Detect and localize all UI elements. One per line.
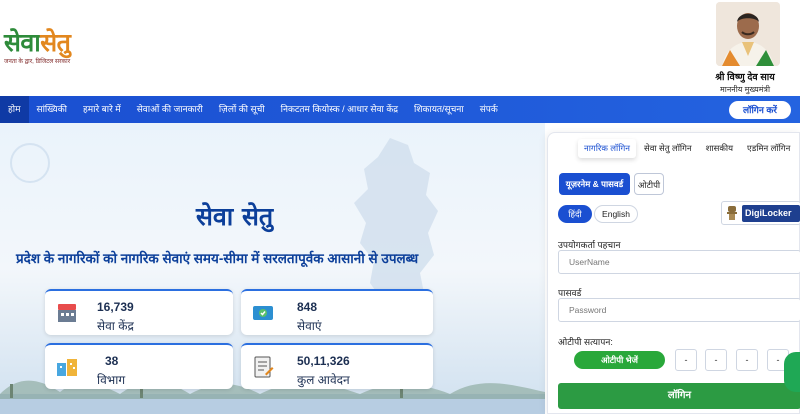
nav-item-about[interactable]: हमारे बारे में (75, 96, 129, 123)
otp-digit-input[interactable]: - (736, 349, 758, 371)
mode-username-password-button[interactable]: यूज़रनेम & पासवर्ड (559, 173, 630, 195)
stat-label: सेवाएं (297, 319, 322, 333)
nav-item-services-info[interactable]: सेवाओं की जानकारी (129, 96, 211, 123)
stat-card-applications[interactable]: 50,11,326 कुल आवेदन (241, 343, 433, 389)
nav-item-nearest-kiosk[interactable]: निकटतम कियोस्क / आधार सेवा केंद्र (273, 96, 406, 123)
username-input[interactable]: UserName (558, 250, 800, 274)
mode-otp-button[interactable]: ओटीपी (634, 173, 664, 195)
nav-item-contact[interactable]: संपर्क (472, 96, 506, 123)
cm-name: श्री विष्णु देव साय (715, 72, 775, 83)
whatsapp-chat-icon[interactable] (784, 352, 800, 392)
main-nav: होम सांख्यिकी हमारे बारे में सेवाओं की ज… (0, 96, 800, 123)
cm-title: माननीय मुख्यमंत्री (719, 85, 771, 94)
site-header: सेवासेतु जनता के द्वार, डिजिटल सरकार श्र… (0, 0, 800, 95)
language-hindi-toggle[interactable]: हिंदी (558, 205, 592, 223)
nav-item-statistics[interactable]: सांख्यिकी (29, 96, 75, 123)
otp-verification-label: ओटीपी सत्यापन: (558, 337, 613, 347)
logo-text-accent: सेतु (40, 28, 71, 57)
stat-card-services[interactable]: 848 सेवाएं (241, 289, 433, 335)
seva-setu-logo[interactable]: सेवासेतु जनता के द्वार, डिजिटल सरकार (4, 30, 104, 70)
stat-value: 848 (297, 300, 318, 314)
decor-circle (10, 143, 50, 183)
digilocker-logo: DigiLocker (742, 205, 800, 222)
logo-wordmark: सेवासेतु (4, 30, 104, 56)
tab-citizen-login[interactable]: नागरिक लॉगिन (578, 139, 636, 158)
login-submit-button[interactable]: लॉगिन (558, 383, 800, 409)
department-icon (57, 359, 77, 376)
stat-value: 38 (105, 354, 119, 368)
otp-digit-input[interactable]: - (705, 349, 727, 371)
stat-card-departments[interactable]: 38 विभाग (45, 343, 233, 389)
logo-tagline: जनता के द्वार, डिजिटल सरकार (4, 59, 71, 65)
nav-item-home[interactable]: होम (0, 96, 29, 123)
language-english-toggle[interactable]: English (594, 205, 638, 223)
nav-item-districts[interactable]: ज़िलों की सूची (211, 96, 273, 123)
login-panel: नागरिक लॉगिन सेवा सेतु लॉगिन शासकीय एडमि… (547, 132, 800, 414)
services-icon (253, 306, 273, 320)
login-tabs: नागरिक लॉगिन सेवा सेतु लॉगिन शासकीय एडमि… (578, 139, 796, 158)
tab-admin-login[interactable]: एडमिन लॉगिन (741, 139, 796, 158)
building-icon (58, 304, 76, 322)
application-icon (254, 356, 274, 378)
stat-label: विभाग (97, 373, 126, 387)
hero-subtitle: प्रदेश के नागरिकों को नागरिक सेवाएं समय-… (16, 251, 419, 266)
stat-label: सेवा केंद्र (97, 319, 134, 333)
login-button[interactable]: लॉगिन करें (729, 101, 791, 119)
tab-sevasetu-login[interactable]: सेवा सेतु लॉगिन (638, 139, 698, 158)
cm-photo (716, 2, 780, 66)
send-otp-button[interactable]: ओटीपी भेजें (574, 351, 665, 369)
stat-label: कुल आवेदन (297, 373, 350, 387)
logo-text-main: सेवा (4, 28, 41, 57)
national-emblem-icon (727, 206, 737, 220)
stat-value: 50,11,326 (297, 354, 350, 368)
otp-digit-input[interactable]: - (675, 349, 697, 371)
stat-value: 16,739 (97, 300, 134, 314)
stat-card-service-centers[interactable]: 16,739 सेवा केंद्र (45, 289, 233, 335)
hero-banner: सेवा सेतु प्रदेश के नागरिकों को नागरिक स… (0, 123, 545, 414)
digilocker-button[interactable]: DigiLocker (721, 201, 800, 225)
hero-title: सेवा सेतु (196, 202, 274, 231)
nav-item-complaints[interactable]: शिकायत/सूचना (406, 96, 472, 123)
password-input[interactable]: Password (558, 298, 800, 322)
tab-government-login[interactable]: शासकीय (700, 139, 739, 158)
